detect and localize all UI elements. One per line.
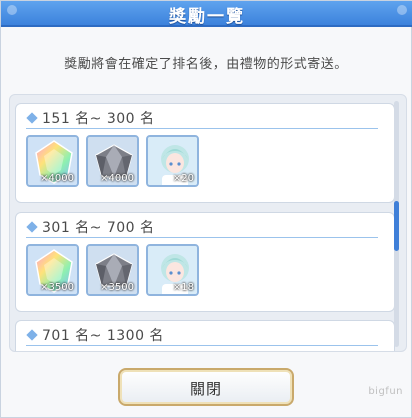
diamond-bullet-icon (26, 221, 38, 233)
reward-count: ×3500 (100, 282, 134, 293)
tier-rank-range: 701 名~ 1300 名 (42, 328, 164, 344)
reward-item-dark-gem[interactable]: ×4000 (86, 135, 139, 187)
dialog-title-bar: 獎勵一覽 (1, 1, 412, 27)
reward-count: ×3500 (40, 282, 74, 293)
close-button-label: 關閉 (189, 380, 222, 398)
reward-item-character[interactable]: ×18 (146, 244, 199, 296)
tier-header: 151 名~ 300 名 (26, 108, 386, 128)
dialog-title: 獎勵一覽 (169, 7, 245, 27)
reward-count: ×20 (172, 173, 194, 184)
reward-list-dialog: 獎勵一覽 獎勵將會在確定了排名後，由禮物的形式寄送。 151 名~ 300 名 (0, 0, 412, 418)
watermark-text: bigfun (368, 386, 403, 397)
tier-rewards: ×3500 ×3500 ×18 (26, 244, 226, 296)
tier-rank-range: 151 名~ 300 名 (42, 111, 155, 127)
diamond-bullet-icon (26, 112, 38, 124)
reward-count: ×18 (172, 282, 194, 293)
tier-rewards: ×4000 ×4000 ×20 (26, 135, 226, 187)
reward-item-character[interactable]: ×20 (146, 135, 199, 187)
reward-count: ×4000 (100, 173, 134, 184)
reward-tier-list[interactable]: 151 名~ 300 名 ×4000 ×4000 ×20 301 名~ 700 … (9, 94, 407, 352)
tier-divider (26, 128, 378, 129)
reward-item-dark-gem[interactable]: ×3500 (86, 244, 139, 296)
tier-rank-range: 301 名~ 700 名 (42, 220, 155, 236)
reward-tier-card: 301 名~ 700 名 ×3500 ×3500 ×18 (15, 212, 395, 312)
diamond-bullet-icon (26, 329, 38, 341)
tier-header: 301 名~ 700 名 (26, 217, 386, 237)
tier-divider (26, 237, 378, 238)
reward-tier-card: 701 名~ 1300 名 (15, 320, 395, 351)
reward-count: ×4000 (40, 173, 74, 184)
reward-item-rainbow-gem[interactable]: ×4000 (26, 135, 79, 187)
tier-divider (26, 345, 378, 346)
dialog-description: 獎勵將會在確定了排名後，由禮物的形式寄送。 (64, 57, 348, 72)
scrollbar-thumb[interactable] (394, 201, 399, 251)
close-button[interactable]: 關閉 (118, 368, 294, 406)
reward-item-rainbow-gem[interactable]: ×3500 (26, 244, 79, 296)
tier-header: 701 名~ 1300 名 (26, 325, 386, 345)
title-bar-ornament-right (397, 5, 407, 15)
reward-tier-card: 151 名~ 300 名 ×4000 ×4000 ×20 (15, 103, 395, 203)
